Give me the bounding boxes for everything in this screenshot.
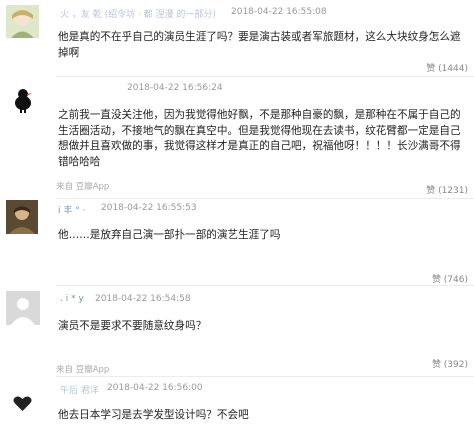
comment-username[interactable]: 火 ，友 乾 (绍令坊 · 都 涅漫 的一部分): [60, 7, 220, 20]
comment-item: 火 ，友 乾 (绍令坊 · 都 涅漫 的一部分) 2018-04-22 16:5…: [0, 0, 474, 76]
comment-source: 来自 豆瓣App: [56, 365, 110, 375]
comment-username[interactable]: i 丰 ° ·: [58, 203, 85, 216]
comment-meta-row: 来自 豆瓣App 赞 (392): [56, 359, 468, 375]
comment-timestamp: 2018-04-22 16:55:08: [231, 7, 327, 17]
like-button[interactable]: 赞 (1231): [426, 183, 468, 196]
black-bird-avatar-icon[interactable]: [6, 83, 39, 116]
like-button[interactable]: 赞 (392): [432, 357, 468, 370]
like-button[interactable]: 赞 (746): [432, 272, 468, 285]
comment-source: 来自 豆瓣App: [56, 182, 110, 192]
anime-character-avatar-icon[interactable]: [6, 5, 39, 38]
comment-item: . i * y 2018-04-22 16:54:58 演员不是要求不要随意纹身…: [0, 286, 474, 376]
comment-timestamp: 2018-04-22 16:54:58: [95, 294, 191, 304]
comment-meta-row: 来自 豆瓣App 赞 (1231): [56, 178, 468, 196]
comment-text: 之前我一直没关注他，因为我觉得他好飘，不是那种自豪的飘，是那种在不属于自己的生活…: [58, 109, 461, 168]
comment-timestamp: 2018-04-22 16:56:24: [127, 83, 223, 93]
comment-timestamp: 2018-04-22 16:56:00: [107, 383, 203, 393]
comment-item: 午后 君洋 2018-04-22 16:56:00 他去日本学习是去学发型设计吗…: [0, 377, 474, 432]
comment-text: 演员不是要求不要随意纹身吗？: [58, 320, 207, 332]
comment-username[interactable]: 午后 君洋: [60, 383, 99, 396]
comment-timestamp: 2018-04-22 16:55:53: [101, 203, 197, 213]
comment-text: 他是真的不在乎自己的演员生涯了吗？要是演古装或者军旅题材，这么大块纹身怎么遮掉啊: [58, 31, 461, 59]
default-user-avatar-icon[interactable]: [6, 291, 40, 325]
comment-item: i 丰 ° · 2018-04-22 16:55:53 他……是放弃自己演一部扑…: [0, 199, 474, 285]
comment-text: 他……是放弃自己演一部扑一部的演艺生涯了吗: [58, 229, 281, 241]
comment-meta-row: 赞 (1444): [56, 60, 468, 76]
comment-username[interactable]: . i * y: [60, 294, 84, 304]
comment-text: 他去日本学习是去学发型设计吗？不会吧: [58, 409, 249, 421]
photo-avatar-icon[interactable]: [6, 200, 38, 234]
comment-item: 2018-04-22 16:56:24 之前我一直没关注他，因为我觉得他好飘，不…: [0, 77, 474, 198]
black-heart-avatar-icon[interactable]: [6, 387, 39, 420]
like-button[interactable]: 赞 (1444): [426, 61, 468, 74]
